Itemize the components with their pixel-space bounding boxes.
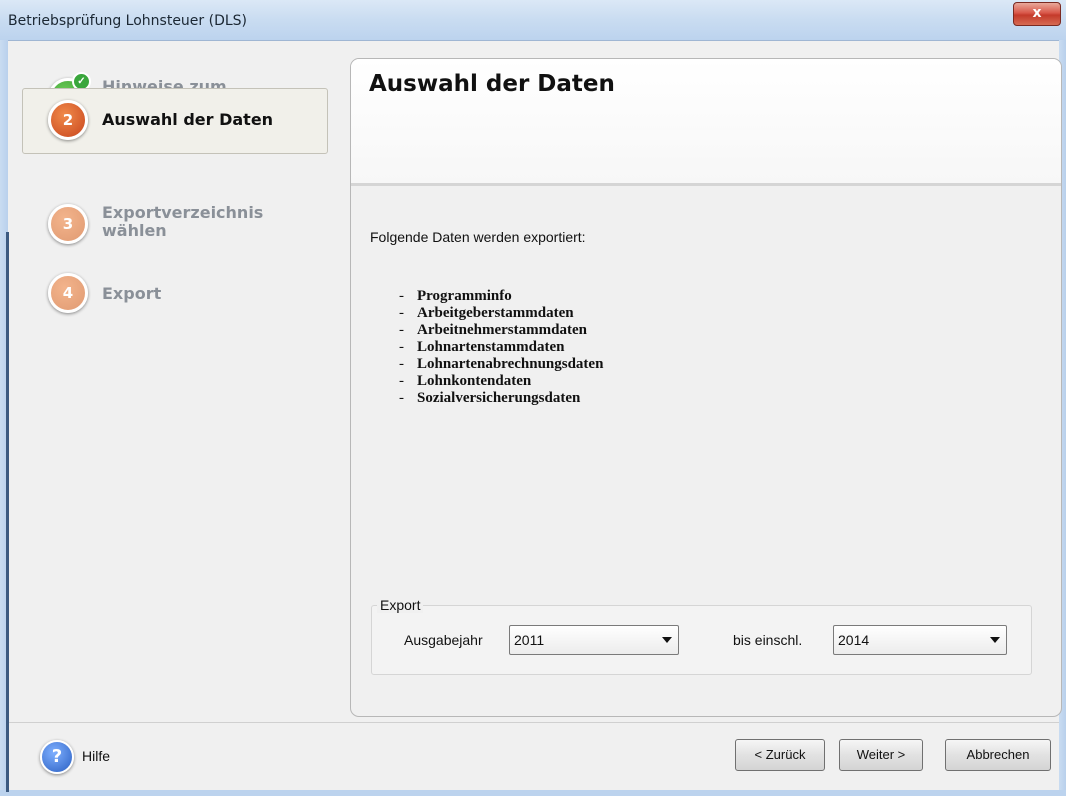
list-item: - Sozialversicherungsdaten [399,390,581,406]
from-year-label: Ausgabejahr [404,632,483,648]
export-group-legend: Export [377,597,424,613]
step-4: 4 Export [22,273,322,333]
close-icon: x [1032,5,1042,21]
list-item: - Lohnkontendaten [399,373,532,389]
step-4-label: Export [102,284,162,303]
to-year-label: bis einschl. [733,632,803,648]
chevron-down-icon [990,637,1000,643]
from-year-value: 2011 [514,632,545,648]
window-frame-bottom [0,790,1066,796]
content-panel: Auswahl der Daten Folgende Daten werden … [350,58,1062,717]
export-data-list: - Programminfo - Arbeitgeberstammdaten - Ar… [399,288,603,407]
cancel-button[interactable]: Abbrechen [945,739,1051,771]
list-item: - Lohnartenstammdaten [399,339,565,355]
frame-accent [6,232,9,792]
list-item: - Arbeitgeberstammdaten [399,305,574,321]
back-button[interactable]: < Zurück [735,739,825,771]
step-4-number-icon: 4 [48,273,88,313]
list-item: - Programminfo [399,288,512,304]
window-title: Betriebsprüfung Lohnsteuer (DLS) [8,13,248,29]
help-label[interactable]: Hilfe [82,748,110,764]
help-icon[interactable]: ? [40,740,74,774]
list-item: - Arbeitnehmerstammdaten [399,322,587,338]
chevron-down-icon [662,637,672,643]
page-title: Auswahl der Daten [369,71,615,97]
panel-header: Auswahl der Daten [351,59,1061,186]
step-2-label: Auswahl der Daten [102,110,274,129]
step-2: 2 Auswahl der Daten [22,88,328,154]
step-3-label: Exportverzeichnis wählen [102,203,264,240]
close-button[interactable]: x [1013,2,1061,26]
from-year-select[interactable]: 2011 [509,625,679,655]
to-year-value: 2014 [838,632,870,648]
intro-text: Folgende Daten werden exportiert: [370,229,586,245]
next-button[interactable]: Weiter > [839,739,923,771]
title-bar: Betriebsprüfung Lohnsteuer (DLS) x [0,0,1066,41]
footer-divider [9,722,1059,723]
list-item: - Lohnartenabrechnungsdaten [399,356,604,372]
step-2-number-icon: 2 [48,100,88,140]
step-3-number-icon: 3 [48,204,88,244]
to-year-select[interactable]: 2014 [833,625,1007,655]
dialog-window: Betriebsprüfung Lohnsteuer (DLS) x 1 ✓ H… [0,0,1066,796]
step-3: 3 Exportverzeichnis wählen [22,204,322,264]
